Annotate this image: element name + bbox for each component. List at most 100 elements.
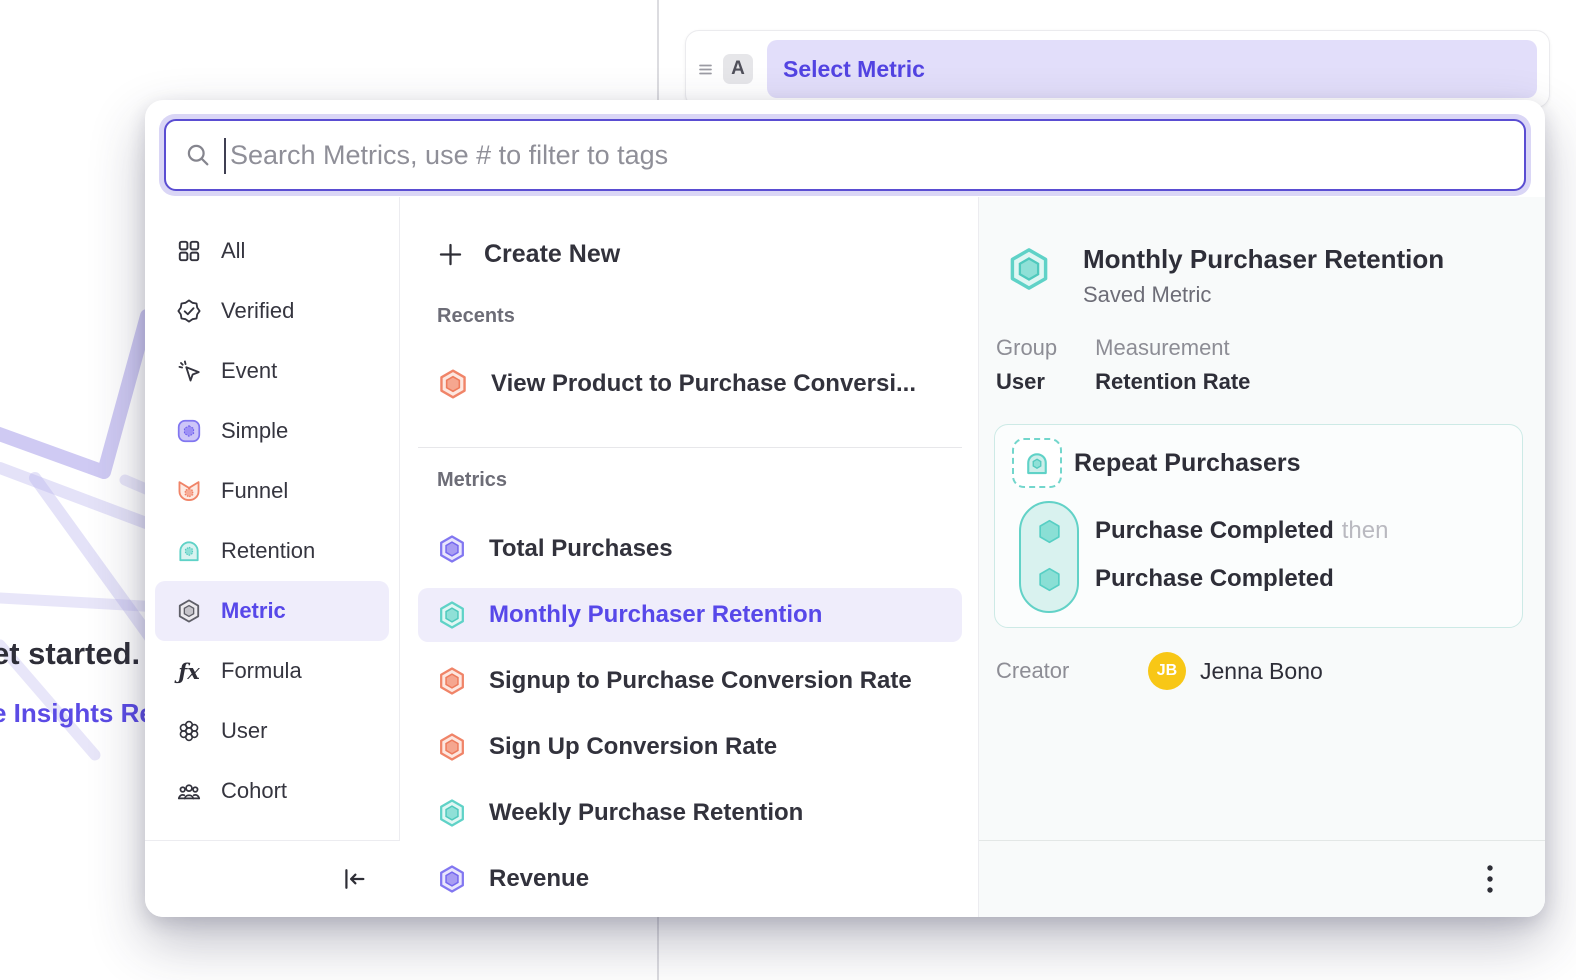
- metric-hexagon-coral-icon: [437, 666, 467, 696]
- kebab-menu-icon: [1485, 863, 1495, 895]
- metric-hexagon-purple-icon: [437, 864, 467, 894]
- funnel-hexagon-icon: [175, 477, 203, 505]
- sidebar-item-verified[interactable]: Verified: [145, 281, 399, 341]
- event-hexagon-icon: [1036, 518, 1063, 545]
- group-value: User: [996, 369, 1057, 395]
- sidebar-item-all[interactable]: All: [145, 221, 399, 281]
- sidebar-item-label: Event: [221, 358, 277, 384]
- detail-meta: Group User Measurement Retention Rate: [996, 335, 1250, 395]
- search-focus-ring: [159, 114, 1531, 196]
- grid-icon: [175, 237, 203, 265]
- sidebar-item-metric[interactable]: Metric: [155, 581, 389, 641]
- detail-subtitle: Saved Metric: [1083, 282, 1211, 308]
- recent-item-label: View Product to Purchase Conversi...: [491, 370, 916, 398]
- sidebar-item-formula[interactable]: ƒx Formula: [145, 641, 399, 701]
- formula-fx-icon: ƒx: [175, 657, 203, 685]
- metric-hexagon-icon: [175, 597, 203, 625]
- metric-hexagon-coral-icon: [437, 368, 469, 400]
- collapse-left-icon: [340, 865, 368, 893]
- retention-definition-icon: [1012, 438, 1062, 488]
- create-new-label: Create New: [484, 240, 620, 269]
- drag-handle-icon[interactable]: [698, 62, 713, 77]
- select-metric-button[interactable]: Select Metric: [767, 40, 1537, 98]
- metric-hexagon-teal-icon: [437, 600, 467, 630]
- metric-hexagon-teal-icon: [437, 798, 467, 828]
- sidebar-footer: [145, 840, 400, 917]
- metric-item-label: Sign Up Conversion Rate: [489, 733, 777, 761]
- retention-arch-icon: [175, 537, 203, 565]
- event-hexagon-icon: [1036, 566, 1063, 593]
- user-cluster-icon: [175, 717, 203, 745]
- metric-item[interactable]: Total Purchases: [418, 522, 962, 576]
- event-cursor-icon: [175, 357, 203, 385]
- search-field[interactable]: [164, 119, 1526, 191]
- metric-item-label: Monthly Purchaser Retention: [489, 601, 822, 629]
- sidebar-item-label: Simple: [221, 418, 288, 444]
- background-report-link-fragment[interactable]: e Insights Re: [0, 698, 154, 729]
- row-letter-badge: A: [723, 54, 753, 84]
- metric-hexagon-purple-icon: [437, 534, 467, 564]
- metric-item[interactable]: Sign Up Conversion Rate: [418, 720, 962, 774]
- text-caret: [224, 138, 226, 174]
- metric-definition-card: Repeat Purchasers Purchase Completed the…: [994, 424, 1523, 628]
- sidebar-item-label: Cohort: [221, 778, 287, 804]
- metric-item-selected[interactable]: Monthly Purchaser Retention: [418, 588, 962, 642]
- metric-item-label: Total Purchases: [489, 535, 673, 563]
- sidebar-item-simple[interactable]: Simple: [145, 401, 399, 461]
- cohort-people-icon: [175, 777, 203, 805]
- detail-title: Monthly Purchaser Retention: [1083, 244, 1444, 275]
- step-1: Purchase Completed then: [1095, 507, 1388, 555]
- sidebar-item-funnel[interactable]: Funnel: [145, 461, 399, 521]
- query-builder-row: A Select Metric: [685, 30, 1550, 108]
- measurement-column: Measurement Retention Rate: [1095, 335, 1250, 395]
- simple-hexagon-icon: [175, 417, 203, 445]
- more-options-button[interactable]: [1479, 857, 1501, 901]
- metric-item[interactable]: Signup to Purchase Conversion Rate: [418, 654, 962, 708]
- creator-avatar: JB: [1148, 652, 1186, 690]
- sidebar-item-retention[interactable]: Retention: [145, 521, 399, 581]
- group-label: Group: [996, 335, 1057, 361]
- measurement-value: Retention Rate: [1095, 369, 1250, 395]
- step-list: Purchase Completed then Purchase Complet…: [1095, 507, 1388, 603]
- step-connector: then: [1342, 517, 1389, 545]
- metric-list-column: Create New Recents View Product to Purch…: [401, 197, 978, 917]
- step-event-name: Purchase Completed: [1095, 565, 1334, 593]
- list-divider: [418, 447, 962, 448]
- collapse-sidebar-button[interactable]: [334, 859, 374, 899]
- sidebar-item-cohort[interactable]: Cohort: [145, 761, 399, 821]
- metric-hexagon-coral-icon: [437, 732, 467, 762]
- metric-item-label: Revenue: [489, 865, 589, 893]
- measurement-label: Measurement: [1095, 335, 1250, 361]
- type-filter-sidebar: All Verified Event: [145, 197, 400, 917]
- search-icon: [184, 141, 212, 169]
- creator-label: Creator: [996, 658, 1148, 684]
- sidebar-item-label: Formula: [221, 658, 302, 684]
- recent-item[interactable]: View Product to Purchase Conversi...: [418, 357, 962, 411]
- verified-badge-icon: [175, 297, 203, 325]
- sidebar-item-user[interactable]: User: [145, 701, 399, 761]
- sidebar-item-event[interactable]: Event: [145, 341, 399, 401]
- metric-item[interactable]: Revenue: [418, 852, 962, 906]
- sidebar-item-label: User: [221, 718, 267, 744]
- step-sequence-capsule: [1019, 501, 1079, 613]
- metric-detail-panel: Monthly Purchaser Retention Saved Metric…: [978, 197, 1545, 917]
- metric-item-label: Weekly Purchase Retention: [489, 799, 803, 827]
- sidebar-item-label: Metric: [221, 598, 286, 624]
- creator-name: Jenna Bono: [1200, 658, 1323, 685]
- metric-picker-modal: All Verified Event: [145, 100, 1545, 917]
- group-column: Group User: [996, 335, 1057, 395]
- background-headline-fragment: et started.: [0, 636, 140, 672]
- create-new-button[interactable]: Create New: [437, 230, 620, 278]
- creator-row: Creator JB Jenna Bono: [996, 652, 1323, 690]
- sidebar-item-label: All: [221, 238, 245, 264]
- search-input[interactable]: [230, 121, 1508, 189]
- sidebar-item-label: Retention: [221, 538, 315, 564]
- step-2: Purchase Completed: [1095, 555, 1388, 603]
- step-event-name: Purchase Completed: [1095, 517, 1334, 545]
- metrics-header: Metrics: [437, 469, 507, 492]
- sidebar-item-label: Verified: [221, 298, 294, 324]
- metric-item-label: Signup to Purchase Conversion Rate: [489, 667, 912, 695]
- recents-header: Recents: [437, 305, 515, 328]
- metric-item[interactable]: Weekly Purchase Retention: [418, 786, 962, 840]
- metric-hexagon-teal-icon: [1006, 246, 1052, 292]
